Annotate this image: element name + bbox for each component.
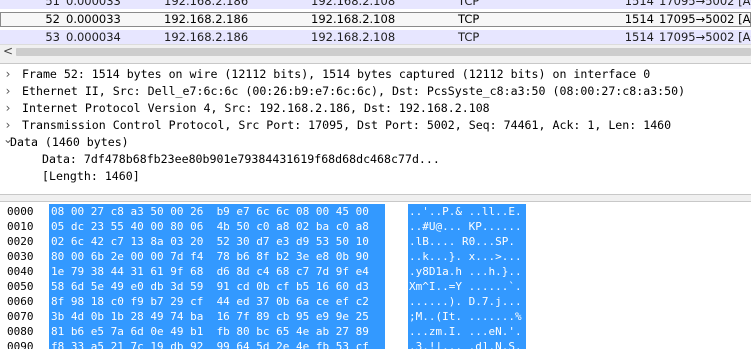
packet-info: 17095→5002 [AC [659,12,751,26]
byte-hex[interactable]: f8 33 a5 21 7c 19 db 92 99 64 5d 2e 4e f… [49,339,385,349]
tree-item-ethernet[interactable]: › Ethernet II, Src: Dell_e7:6c:6c (00:26… [0,83,751,100]
tree-item-label: Internet Protocol Version 4, Src: 192.16… [22,101,490,115]
byte-ascii[interactable]: .y8D1a.h ...h.}.. [408,264,526,279]
byte-ascii[interactable]: ;M..(It. .......% [408,309,526,324]
tree-item-data[interactable]: ⌄ Data (1460 bytes) [0,132,751,151]
byte-row: 0030 80 00 6b 2e 00 00 7d f4 78 b6 8f b2… [0,249,751,264]
byte-offset: 0020 [7,235,34,248]
tree-item-frame[interactable]: › Frame 52: 1514 bytes on wire (12112 bi… [0,66,751,83]
packet-source: 192.168.2.186 [164,30,249,44]
horizontal-scrollbar[interactable]: < [0,44,751,58]
packet-row-selected[interactable]: 52 0.000033 192.168.2.186 192.168.2.108 … [0,12,751,27]
packet-length: 1514 [624,30,654,44]
byte-hex[interactable]: 8f 98 18 c0 f9 b7 29 cf 44 ed 37 0b 6a c… [49,294,385,309]
packet-destination: 192.168.2.108 [311,12,396,26]
byte-row: 0090 f8 33 a5 21 7c 19 db 92 99 64 5d 2e… [0,339,751,349]
packet-time: 0.000033 [66,12,121,26]
byte-row: 0080 81 b6 e5 7a 6d 0e 49 b1 fb 80 bc 65… [0,324,751,339]
packet-number: 53 [45,30,60,44]
byte-ascii[interactable]: ..#U@... KP...... [408,219,526,234]
byte-ascii[interactable]: .lB.... R0...SP. [408,234,526,249]
tree-item-label: Ethernet II, Src: Dell_e7:6c:6c (00:26:b… [22,84,686,98]
tree-item-label: [Length: 1460] [42,169,140,183]
byte-hex[interactable]: 02 6c 42 c7 13 8a 03 20 52 30 d7 e3 d9 5… [49,234,385,249]
tree-item-data-length[interactable]: [Length: 1460] [0,168,751,185]
packet-info: 17095→5002 [AC [659,30,751,44]
pane-splitter[interactable] [0,194,751,202]
packet-info: 17095→5002 [AC [659,0,751,8]
byte-offset: 0040 [7,265,34,278]
byte-row: 0020 02 6c 42 c7 13 8a 03 20 52 30 d7 e3… [0,234,751,249]
byte-row: 0060 8f 98 18 c0 f9 b7 29 cf 44 ed 37 0b… [0,294,751,309]
packet-time: 0.000033 [66,0,121,8]
packet-number: 51 [45,0,60,8]
scroll-left-icon[interactable]: < [3,45,13,58]
packet-length: 1514 [624,0,654,8]
packet-details-pane: › Frame 52: 1514 bytes on wire (12112 bi… [0,64,751,194]
packet-protocol: TCP [458,12,480,26]
packet-source: 192.168.2.186 [164,12,249,26]
byte-offset: 0090 [7,340,34,349]
tree-item-label: Transmission Control Protocol, Src Port:… [22,118,672,132]
packet-protocol: TCP [458,0,480,8]
byte-offset: 0070 [7,310,34,323]
byte-offset: 0060 [7,295,34,308]
tree-item-data-value[interactable]: Data: 7df478b68fb23ee80b901e79384431619f… [0,151,751,168]
packet-time: 0.000034 [66,30,121,44]
tree-item-label: Data: 7df478b68fb23ee80b901e79384431619f… [42,152,440,166]
byte-offset: 0000 [7,205,34,218]
packet-protocol: TCP [458,30,480,44]
byte-row: 0010 05 dc 23 55 40 00 80 06 4b 50 c0 a8… [0,219,751,234]
byte-hex[interactable]: 05 dc 23 55 40 00 80 06 4b 50 c0 a8 02 b… [49,219,385,234]
tree-item-ip[interactable]: › Internet Protocol Version 4, Src: 192.… [0,100,751,117]
packet-row[interactable]: 51 0.000033 192.168.2.186 192.168.2.108 … [0,0,751,9]
byte-row: 0050 58 6d 5e 49 e0 db 3d 59 91 cd 0b cf… [0,279,751,294]
tree-item-tcp[interactable]: › Transmission Control Protocol, Src Por… [0,117,751,134]
packet-destination: 192.168.2.108 [311,0,396,8]
byte-offset: 0080 [7,325,34,338]
packet-row[interactable]: 53 0.000034 192.168.2.186 192.168.2.108 … [0,30,751,44]
tree-item-label: Data (1460 bytes) [10,135,129,149]
byte-ascii[interactable]: .3.!|... .d].N.S. [408,339,526,349]
byte-ascii[interactable]: ..'..P.& ..ll..E. [408,204,526,219]
byte-hex[interactable]: 3b 4d 0b 1b 28 49 74 ba 16 7f 89 cb 95 e… [49,309,385,324]
byte-hex[interactable]: 81 b6 e5 7a 6d 0e 49 b1 fb 80 bc 65 4e a… [49,324,385,339]
expand-arrow-icon[interactable]: › [2,83,14,100]
byte-offset: 0030 [7,250,34,263]
byte-offset: 0050 [7,280,34,293]
byte-hex[interactable]: 1e 79 38 44 31 61 9f 68 d6 8d c4 68 c7 7… [49,264,385,279]
byte-ascii[interactable]: ...zm.I. ...eN.'. [408,324,526,339]
packet-destination: 192.168.2.108 [311,30,396,44]
byte-offset: 0010 [7,220,34,233]
byte-ascii[interactable]: ......). D.7.j... [408,294,526,309]
tree-item-label: Frame 52: 1514 bytes on wire (12112 bits… [22,67,651,81]
byte-row: 0070 3b 4d 0b 1b 28 49 74 ba 16 7f 89 cb… [0,309,751,324]
packet-list: 51 0.000033 192.168.2.186 192.168.2.108 … [0,0,751,44]
packet-bytes-pane: 0000 08 00 27 c8 a3 50 00 26 b9 e7 6c 6c… [0,202,751,349]
expand-arrow-icon[interactable]: › [2,100,14,117]
byte-hex[interactable]: 08 00 27 c8 a3 50 00 26 b9 e7 6c 6c 08 0… [49,204,385,219]
byte-ascii[interactable]: Xm^I..=Y ......`. [408,279,526,294]
byte-row: 0040 1e 79 38 44 31 61 9f 68 d6 8d c4 68… [0,264,751,279]
scrollbar-thumb[interactable] [16,48,751,56]
byte-row: 0000 08 00 27 c8 a3 50 00 26 b9 e7 6c 6c… [0,204,751,219]
expand-arrow-icon[interactable]: › [2,66,14,83]
packet-length: 1514 [624,12,654,26]
packet-number: 52 [45,12,60,26]
byte-ascii[interactable]: ..k...}. x...>... [408,249,526,264]
packet-source: 192.168.2.186 [164,0,249,8]
byte-hex[interactable]: 58 6d 5e 49 e0 db 3d 59 91 cd 0b cf b5 1… [49,279,385,294]
byte-hex[interactable]: 80 00 6b 2e 00 00 7d f4 78 b6 8f b2 3e e… [49,249,385,264]
